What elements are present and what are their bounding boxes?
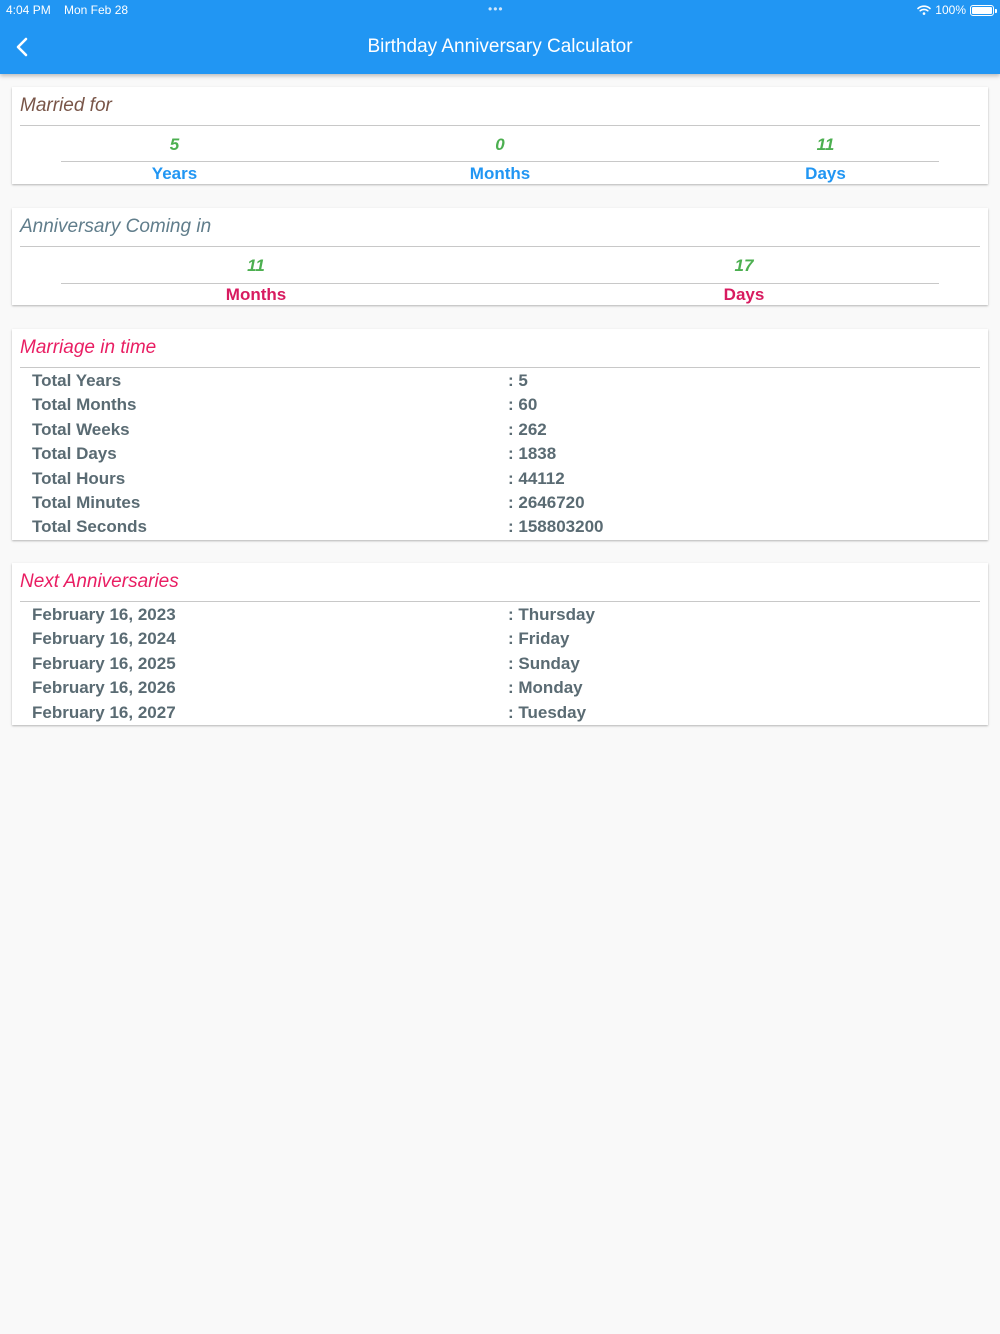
stat-value: : 262	[508, 420, 547, 439]
divider	[20, 246, 980, 247]
years-label: Years	[151, 164, 198, 183]
anniversary-day: : Friday	[508, 629, 570, 648]
stat-value: : 158803200	[508, 517, 604, 536]
stat-label: Total Hours	[32, 469, 126, 488]
anniversary-date: February 16, 2026	[32, 678, 176, 697]
anniversary-day: : Thursday	[508, 605, 595, 624]
next-anniversaries-card: Next Anniversaries February 16, 2023 : T…	[12, 563, 988, 725]
page-title: Birthday Anniversary Calculator	[367, 36, 633, 57]
anniversary-date: February 16, 2027	[32, 703, 176, 722]
coming-days-label: Days	[723, 285, 765, 304]
stat-label: Total Months	[32, 395, 137, 414]
divider	[20, 601, 980, 602]
anniversary-coming-card: Anniversary Coming in 11 17 Months Days	[12, 208, 988, 305]
divider	[61, 283, 939, 284]
status-right: 100%	[917, 3, 997, 17]
divider	[20, 367, 980, 368]
status-time: 4:04 PM	[6, 3, 51, 17]
stat-value: : 60	[508, 395, 538, 414]
stat-label: Total Minutes	[32, 493, 141, 512]
anniversary-date: February 16, 2025	[32, 654, 176, 673]
anniversary-coming-title: Anniversary Coming in	[20, 216, 212, 237]
wifi-icon	[917, 5, 932, 15]
stat-value: : 1838	[508, 444, 557, 463]
coming-months-value: 11	[247, 256, 265, 275]
anniversary-date: February 16, 2023	[32, 605, 176, 624]
months-label: Months	[469, 164, 531, 183]
anniversary-day: : Tuesday	[508, 703, 587, 722]
anniversary-date: February 16, 2024	[32, 629, 176, 648]
anniversary-day: : Sunday	[508, 654, 580, 673]
next-anniversaries-title: Next Anniversaries	[20, 571, 179, 592]
coming-months-label: Months	[225, 285, 287, 304]
stat-label: Total Weeks	[32, 420, 130, 439]
days-value: 11	[816, 135, 835, 154]
stat-value: : 2646720	[508, 493, 585, 512]
marriage-in-time-title: Marriage in time	[20, 337, 157, 358]
days-label: Days	[805, 164, 846, 183]
anniversary-day: : Monday	[508, 678, 583, 697]
stat-label: Total Years	[32, 371, 122, 390]
married-for-title: Married for	[20, 95, 112, 116]
divider	[20, 125, 980, 126]
stat-label: Total Seconds	[32, 517, 147, 536]
battery-percent: 100%	[935, 3, 966, 17]
stat-value: : 5	[508, 371, 528, 390]
months-value: 0	[495, 135, 505, 154]
stat-label: Total Days	[32, 444, 117, 463]
divider	[61, 161, 939, 162]
status-date: Mon Feb 28	[64, 3, 129, 17]
married-for-card: Married for 5 0 11 Years Months Days	[12, 87, 988, 184]
marriage-in-time-card: Marriage in time Total Years : 5 Total M…	[12, 329, 988, 540]
app-bar: 4:04 PM Mon Feb 28 ••• 100% Birthday Ann…	[0, 0, 1000, 74]
years-value: 5	[169, 135, 180, 154]
coming-days-value: 17	[734, 256, 754, 275]
battery-icon	[970, 4, 997, 16]
multitasking-dots-icon[interactable]: •••	[488, 2, 504, 16]
stat-value: : 44112	[508, 469, 565, 488]
